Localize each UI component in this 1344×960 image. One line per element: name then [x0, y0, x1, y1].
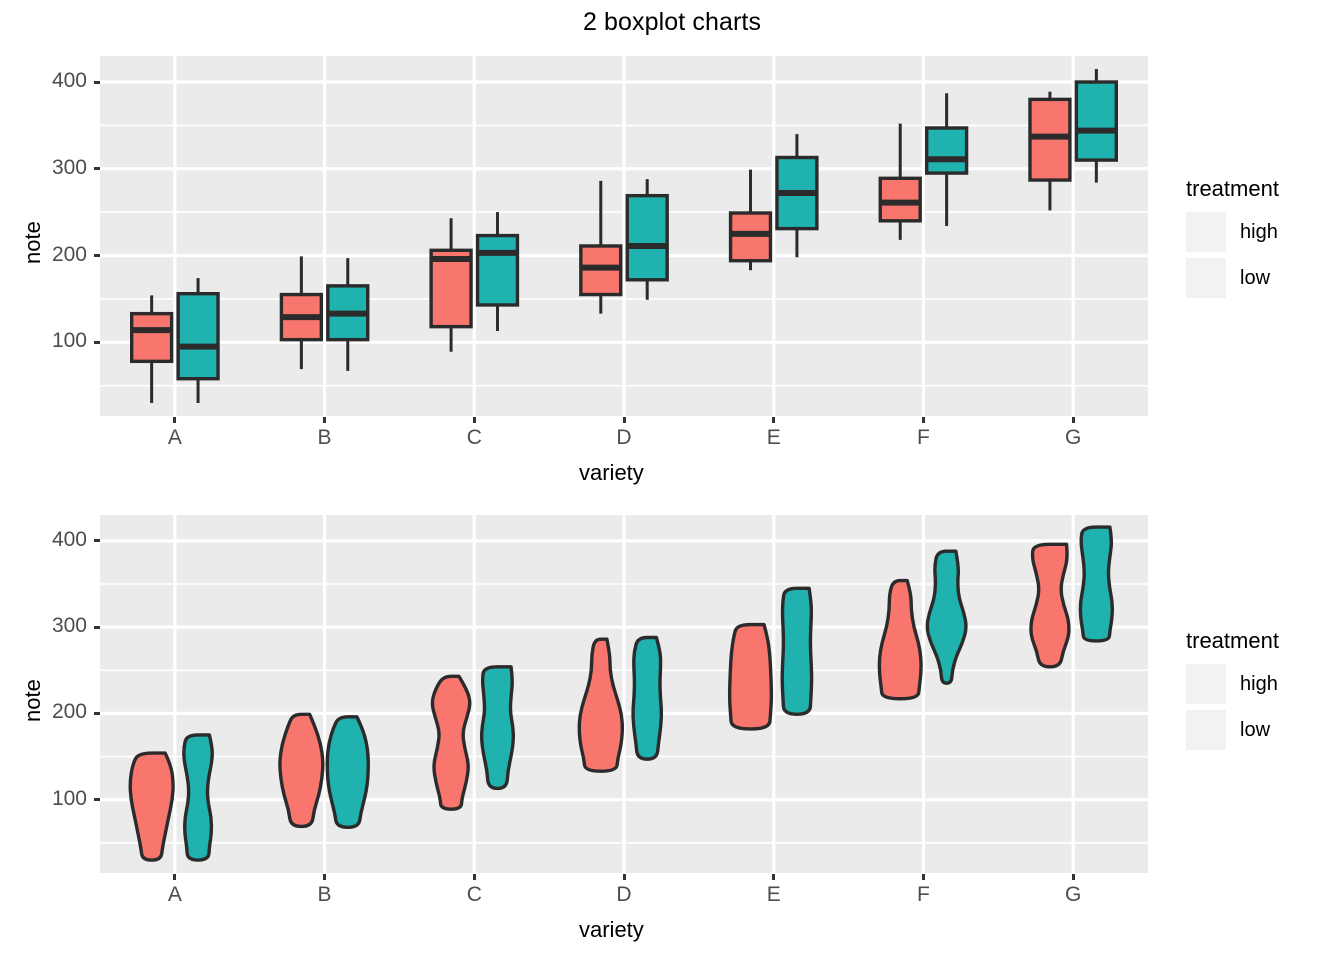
x-tick-label-C: C [466, 883, 482, 906]
y-tick-label: 300 [51, 155, 87, 179]
x-tick-label-F: F [917, 883, 930, 906]
y-tick-mark [94, 167, 100, 171]
bottom-legend-label-low[interactable]: low [1240, 719, 1270, 742]
bottom-legend-label-high[interactable]: high [1240, 673, 1278, 696]
bottom-legend-title: treatment [1186, 628, 1279, 653]
y-tick-label: 400 [51, 527, 87, 551]
x-tick-mark [1071, 417, 1075, 423]
x-tick-label-C: C [466, 426, 482, 449]
top-legend-key-background-high [1186, 212, 1226, 252]
top-legend-label-high[interactable]: high [1240, 221, 1278, 244]
y-tick-mark [94, 340, 100, 344]
y-tick-mark [94, 798, 100, 802]
x-tick-mark [772, 874, 776, 880]
x-tick-label-A: A [167, 883, 182, 906]
x-tick-label-E: E [766, 883, 781, 906]
page-title: 2 boxplot charts [582, 8, 762, 36]
top-legend-title: treatment [1186, 176, 1279, 201]
x-tick-mark [622, 874, 626, 880]
bottom-legend-key-background-high [1186, 664, 1226, 704]
y-tick-label: 400 [51, 69, 87, 93]
top-panel-background [100, 56, 1148, 416]
x-tick-label-D: D [616, 426, 632, 449]
x-tick-label-G: G [1064, 426, 1082, 449]
x-tick-mark [173, 417, 177, 423]
y-tick-mark [94, 711, 100, 715]
x-tick-label-E: E [766, 426, 781, 449]
x-tick-mark [921, 417, 925, 423]
y-tick-label: 300 [51, 614, 87, 638]
y-tick-mark [94, 254, 100, 258]
x-tick-label-B: B [317, 883, 332, 906]
x-tick-mark [921, 874, 925, 880]
bottom-panel-background [100, 515, 1148, 873]
bottom-x-axis-title: variety [579, 917, 644, 942]
y-tick-label: 200 [51, 242, 87, 266]
x-tick-label-A: A [167, 426, 182, 449]
x-tick-mark [323, 417, 327, 423]
x-tick-label-G: G [1064, 883, 1082, 906]
figure-root: 2 boxplot charts note variety treatment … [0, 0, 1344, 960]
x-tick-label-D: D [616, 883, 632, 906]
x-tick-label-F: F [917, 426, 930, 449]
x-tick-mark [472, 874, 476, 880]
x-tick-mark [173, 874, 177, 880]
top-legend-label-low[interactable]: low [1240, 267, 1270, 290]
y-tick-label: 200 [51, 700, 87, 724]
y-tick-mark [94, 539, 100, 543]
x-tick-mark [472, 417, 476, 423]
x-tick-mark [622, 417, 626, 423]
bottom-legend-key-background-low [1186, 710, 1226, 750]
y-tick-label: 100 [51, 329, 87, 353]
x-tick-mark [1071, 874, 1075, 880]
x-tick-mark [772, 417, 776, 423]
y-tick-label: 100 [51, 786, 87, 810]
y-tick-mark [94, 625, 100, 629]
top-legend-key-background-low [1186, 258, 1226, 298]
x-tick-label-B: B [317, 426, 332, 449]
y-tick-mark [94, 80, 100, 84]
top-x-axis-title: variety [579, 460, 644, 485]
x-tick-mark [323, 874, 327, 880]
